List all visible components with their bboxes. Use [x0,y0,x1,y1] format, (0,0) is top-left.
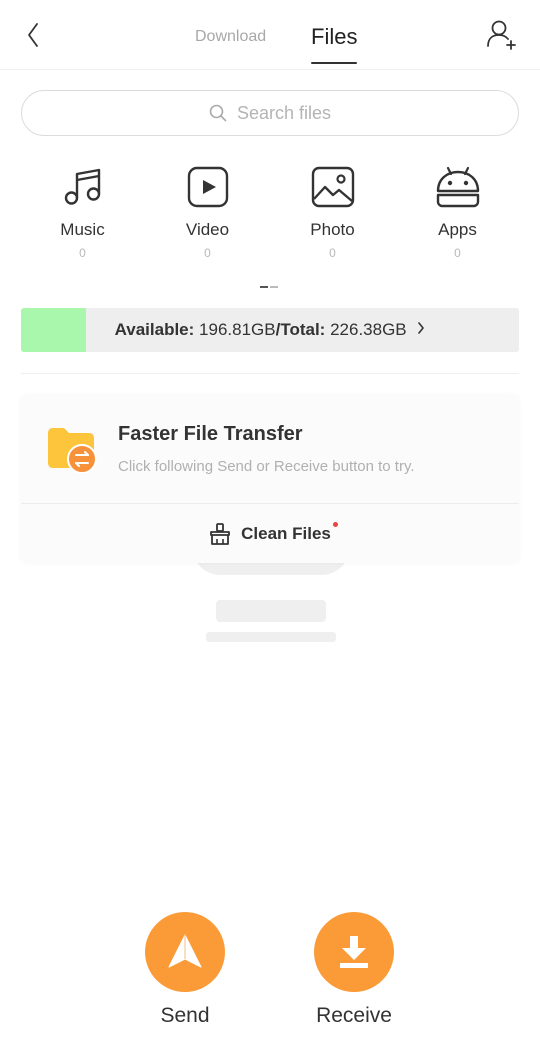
category-count: 0 [329,246,336,260]
page-dot-active [260,286,268,288]
total-label: Total: [280,320,326,339]
storage-summary: Available: 196.81GB/Total: 226.38GB [21,308,519,352]
category-video[interactable]: Video 0 [145,164,270,264]
available-value: 196.81GB [199,320,276,339]
search-input[interactable]: Search files [21,90,519,136]
folder-transfer-icon [48,428,97,473]
chevron-right-icon [418,322,425,334]
receive-circle [314,912,394,992]
active-tab-indicator [311,62,357,64]
divider [21,373,519,374]
send-circle [145,912,225,992]
receive-button[interactable]: Receive [314,912,394,1028]
category-count: 0 [79,246,86,260]
add-user-icon [487,20,516,50]
category-grid: Music 0 Video 0 Photo 0 Apps 0 [20,164,520,264]
photo-icon [311,166,354,208]
video-icon [187,166,228,208]
back-button[interactable] [18,18,48,52]
search-icon [209,104,227,122]
card-title: Faster File Transfer [118,423,303,445]
page-indicator [260,286,278,288]
category-photo[interactable]: Photo 0 [270,164,395,264]
clean-files-button[interactable]: Clean Files [21,504,519,563]
send-label: Send [160,1004,210,1027]
category-label: Photo [310,220,355,239]
clean-files-label: Clean Files [241,523,331,543]
page-dot [270,286,278,288]
category-count: 0 [204,246,211,260]
category-apps[interactable]: Apps 0 [395,164,520,264]
tab-download[interactable]: Download [195,22,266,52]
category-label: Apps [438,220,477,239]
category-music[interactable]: Music 0 [20,164,145,264]
send-button[interactable]: Send [145,912,225,1028]
file-transfer-card: Faster File Transfer Click following Sen… [21,395,519,563]
storage-bar[interactable]: Available: 196.81GB/Total: 226.38GB [21,308,519,352]
broom-icon [210,522,231,545]
chevron-left-icon [28,23,38,47]
download-icon [340,936,368,968]
android-icon [436,166,479,208]
total-value: 226.38GB [330,320,407,339]
receive-label: Receive [316,1004,392,1027]
top-bar: Download Files [0,0,540,70]
available-label: Available: [114,320,195,339]
category-label: Video [185,220,230,239]
music-icon [64,168,100,205]
card-subtitle: Click following Send or Receive button t… [118,458,415,475]
category-count: 0 [454,246,461,260]
notification-dot [332,521,338,527]
category-label: Music [60,220,105,239]
tab-files[interactable]: Files [311,22,357,52]
search-placeholder: Search files [236,102,332,123]
add-user-button[interactable] [486,18,518,52]
send-icon [168,934,202,968]
